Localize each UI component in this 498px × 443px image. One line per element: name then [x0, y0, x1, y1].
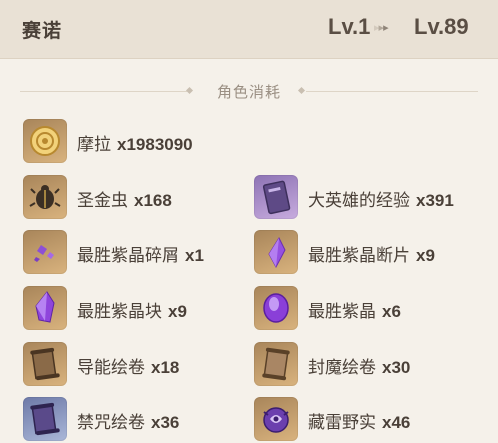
character-name: 赛诺	[22, 20, 63, 42]
level-arrow-icon: ▸▸▸	[374, 21, 389, 34]
material-qty: x391	[416, 191, 454, 210]
material-name: 禁咒绘卷	[77, 413, 145, 433]
material-qty: x46	[382, 413, 411, 432]
exp-book-icon	[254, 175, 298, 219]
scroll-icon	[23, 342, 67, 386]
level-to: Lv.89	[414, 14, 469, 39]
scarab-icon	[23, 175, 67, 219]
material-qty: x6	[382, 302, 401, 321]
divider-right	[306, 91, 478, 92]
material-name: 最胜紫晶	[308, 302, 376, 322]
material-qty: x1983090	[117, 135, 193, 154]
material-name: 导能绘卷	[77, 358, 145, 378]
material-name: 封魔绘卷	[308, 358, 376, 378]
material-name: 最胜紫晶断片	[308, 246, 410, 266]
scroll-icon	[254, 342, 298, 386]
material-name: 大英雄的经验	[308, 191, 410, 211]
material-qty: x9	[416, 246, 435, 265]
amethyst-fragment-icon	[254, 230, 298, 274]
material-qty: x1	[185, 246, 204, 265]
material-qty: x36	[151, 413, 180, 432]
material-qty: x30	[382, 358, 411, 377]
amethyst-gemstone-icon	[254, 286, 298, 330]
material-name: 摩拉	[77, 135, 111, 155]
amethyst-sliver-icon	[23, 230, 67, 274]
amethyst-chunk-icon	[23, 286, 67, 330]
header-bar: 赛诺 Lv.1 ▸▸▸ Lv.89	[0, 0, 498, 59]
material-name: 最胜紫晶块	[77, 302, 162, 322]
forbidden-scroll-icon	[23, 397, 67, 441]
material-qty: x18	[151, 358, 180, 377]
material-qty: x9	[168, 302, 187, 321]
material-name: 藏雷野实	[308, 413, 376, 433]
material-qty: x168	[134, 191, 172, 210]
level-from: Lv.1	[328, 14, 371, 39]
mora-coin-icon	[23, 119, 67, 163]
material-name: 圣金虫	[77, 191, 128, 211]
material-name: 最胜紫晶碎屑	[77, 246, 179, 266]
thunder-fruit-icon	[254, 397, 298, 441]
